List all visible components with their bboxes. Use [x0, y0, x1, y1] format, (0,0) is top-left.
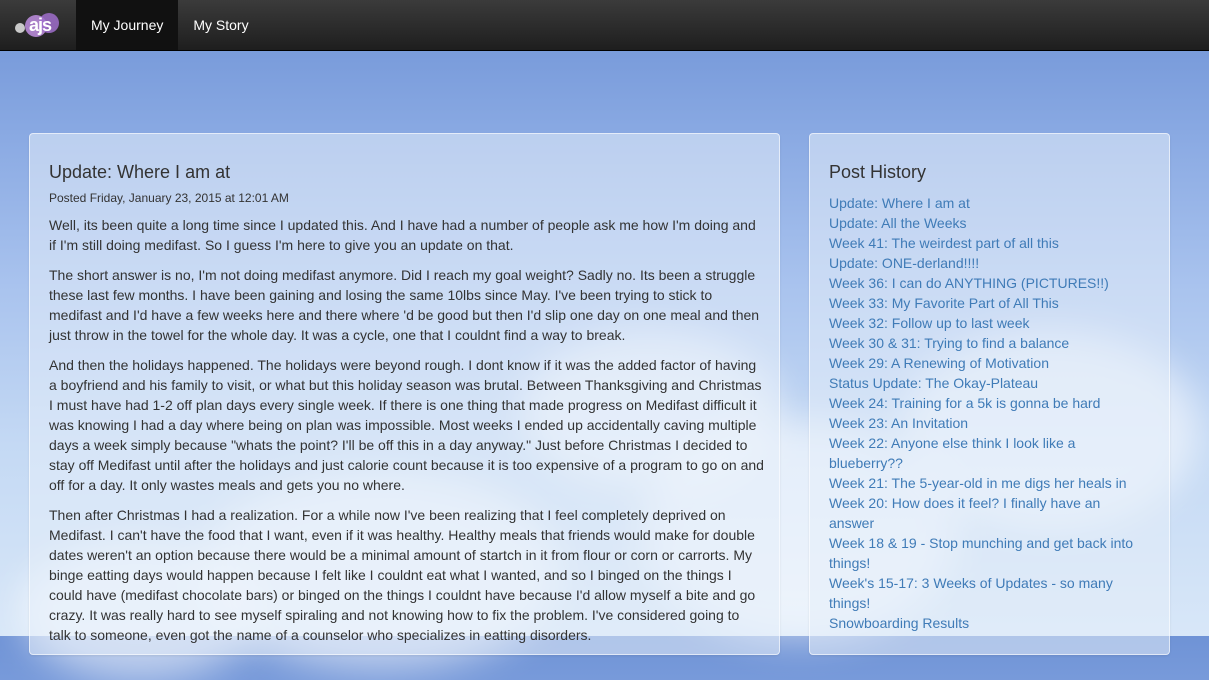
post-body: Well, its been quite a long time since I… — [49, 215, 764, 655]
list-item: Week 18 & 19 - Stop munching and get bac… — [829, 533, 1149, 573]
post-panel: Update: Where I am at Posted Friday, Jan… — [29, 133, 780, 655]
list-item: Week 21: The 5-year-old in me digs her h… — [829, 473, 1149, 493]
list-item: Week 23: An Invitation — [829, 413, 1149, 433]
post-link[interactable]: Week 32: Follow up to last week — [829, 315, 1030, 331]
list-item: Week 33: My Favorite Part of All This — [829, 293, 1149, 313]
post-link[interactable]: Week 33: My Favorite Part of All This — [829, 295, 1059, 311]
logo-icon: ajs — [15, 10, 61, 40]
post-link[interactable]: Update: All the Weeks — [829, 215, 966, 231]
post-title: Update: Where I am at — [49, 162, 231, 182]
post-paragraph: Well, its been quite a long time since I… — [49, 217, 756, 253]
list-item: Update: ONE-derland!!!! — [829, 253, 1149, 273]
post-link[interactable]: Update: ONE-derland!!!! — [829, 255, 979, 271]
post-paragraph: Then after Christmas I had a realization… — [49, 507, 756, 643]
nav-my-journey[interactable]: My Journey — [76, 0, 179, 50]
list-item: Week 20: How does it feel? I finally hav… — [829, 493, 1149, 533]
post-link[interactable]: Week 21: The 5-year-old in me digs her h… — [829, 475, 1127, 491]
list-item: Week 29: A Renewing of Motivation — [829, 353, 1149, 373]
post-link[interactable]: Week 23: An Invitation — [829, 415, 968, 431]
post-link[interactable]: Week 18 & 19 - Stop munching and get bac… — [829, 535, 1133, 571]
post-link[interactable]: Week 36: I can do ANYTHING (PICTURES!!) — [829, 275, 1109, 291]
list-item: Week 41: The weirdest part of all this — [829, 233, 1149, 253]
brand-logo[interactable]: ajs — [0, 0, 76, 50]
post-link[interactable]: Week 20: How does it feel? I finally hav… — [829, 495, 1100, 531]
list-item: Week 22: Anyone else think I look like a… — [829, 433, 1149, 473]
post-paragraph: The short answer is no, I'm not doing me… — [49, 267, 760, 343]
post-paragraph: And then the holidays happened. The holi… — [49, 357, 764, 493]
list-item: Update: Where I am at — [829, 193, 1149, 213]
list-item: Week 24: Training for a 5k is gonna be h… — [829, 393, 1149, 413]
logo-text: ajs — [29, 15, 52, 35]
post-link[interactable]: Snowboarding Results — [829, 615, 969, 631]
list-item: Week 30 & 31: Trying to find a balance — [829, 333, 1149, 353]
post-link[interactable]: Status Update: The Okay-Plateau — [829, 375, 1038, 391]
list-item: Status Update: The Okay-Plateau — [829, 373, 1149, 393]
list-item: Snowboarding Results — [829, 613, 1149, 633]
post-date: Posted Friday, January 23, 2015 at 12:01… — [49, 191, 289, 205]
post-history-list: Update: Where I am at Update: All the We… — [829, 193, 1149, 633]
post-link[interactable]: Update: Where I am at — [829, 195, 970, 211]
list-item: Update: All the Weeks — [829, 213, 1149, 233]
post-link[interactable]: Week 29: A Renewing of Motivation — [829, 355, 1049, 371]
post-link[interactable]: Week 24: Training for a 5k is gonna be h… — [829, 395, 1100, 411]
post-link[interactable]: Week 30 & 31: Trying to find a balance — [829, 335, 1069, 351]
post-history-panel: Post History Update: Where I am at Updat… — [809, 133, 1170, 655]
post-link[interactable]: Week's 15-17: 3 Weeks of Updates - so ma… — [829, 575, 1113, 611]
post-history-title: Post History — [829, 162, 927, 182]
list-item: Week 36: I can do ANYTHING (PICTURES!!) — [829, 273, 1149, 293]
post-link[interactable]: Week 22: Anyone else think I look like a… — [829, 435, 1075, 471]
list-item: Week 32: Follow up to last week — [829, 313, 1149, 333]
nav-my-story[interactable]: My Story — [178, 0, 263, 50]
list-item: Week's 15-17: 3 Weeks of Updates - so ma… — [829, 573, 1149, 613]
top-navbar: ajs My Journey My Story — [0, 0, 1209, 51]
post-link[interactable]: Week 41: The weirdest part of all this — [829, 235, 1059, 251]
